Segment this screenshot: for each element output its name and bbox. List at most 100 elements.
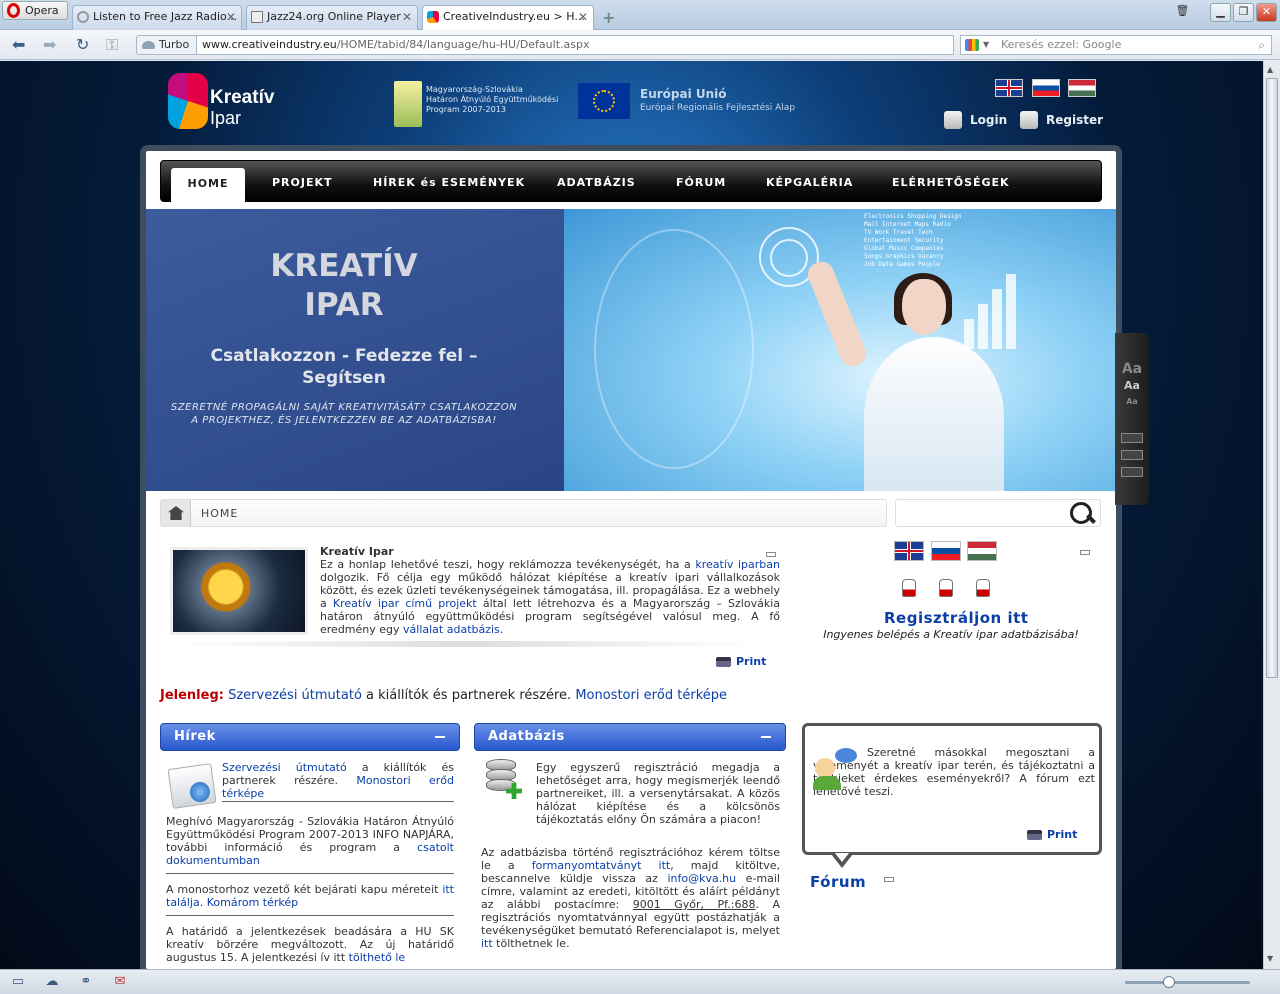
formanyomtatvany-link[interactable]: formanyomtatványt itt [532, 859, 671, 872]
collapse-icon[interactable] [435, 736, 445, 738]
current-news-line: Jelenleg: Szervezési útmutató a kiállító… [160, 688, 728, 703]
print-link[interactable]: Print [1027, 828, 1077, 842]
opera-menu-button[interactable]: Opera [2, 1, 68, 20]
forum-people-icon [813, 748, 859, 790]
layout-wide-button[interactable] [1121, 467, 1143, 477]
email-link[interactable]: info@kva.hu [667, 872, 736, 885]
minimize-module-icon[interactable] [884, 877, 894, 882]
opera-icon [7, 3, 20, 18]
referencialap-link[interactable]: itt [481, 937, 493, 950]
minimize-module-icon[interactable] [766, 552, 776, 557]
scroll-down-icon[interactable]: ▼ [1267, 954, 1273, 963]
divider [222, 801, 454, 802]
news-link[interactable]: tölthető le [349, 951, 406, 964]
minimize-window-button[interactable]: ▁ [1210, 3, 1231, 22]
close-window-button[interactable]: ✕ [1256, 3, 1277, 22]
notification-icon[interactable]: ✉ [112, 974, 128, 990]
menu-item-elerhetosegek[interactable]: ELÉRHETŐSÉGEK [892, 176, 1010, 189]
forum-title[interactable]: Fórum [810, 873, 866, 891]
tab-jazz-radio[interactable]: Listen to Free Jazz Radio... ✕ [72, 5, 242, 30]
breadcrumb-home[interactable]: HOME [201, 507, 238, 520]
key-icon[interactable]: ⚿ [106, 35, 118, 55]
main-menu: HOME PROJEKT HÍREK és ESEMÉNYEK ADATBÁZI… [160, 160, 1102, 202]
menu-item-adatbazis[interactable]: ADATBÁZIS [557, 176, 636, 189]
english-flag-icon[interactable] [995, 79, 1023, 97]
layout-medium-button[interactable] [1121, 450, 1143, 460]
login-link[interactable]: Login [944, 111, 1007, 129]
banner-screen-text: Electronics Shopping Design Mail Internet… [864, 213, 962, 268]
adatbazis-header[interactable]: Adatbázis [474, 723, 786, 751]
printer-icon [1027, 830, 1042, 840]
zoom-slider-handle[interactable] [1163, 976, 1175, 988]
news-icon [167, 763, 217, 809]
hirek-header[interactable]: Hírek [160, 723, 460, 751]
slovak-flag-icon[interactable] [1032, 79, 1060, 97]
tab-jazz24[interactable]: Jazz24.org Online Player ✕ [246, 5, 418, 30]
close-tab-icon[interactable]: ✕ [226, 6, 236, 28]
home-icon[interactable] [161, 500, 191, 526]
hungarian-flag-icon[interactable] [967, 541, 997, 561]
slovak-flag-icon[interactable] [931, 541, 961, 561]
vallalat-adatbazis-link[interactable]: vállalat adatbázis [403, 623, 500, 636]
minimize-module-icon[interactable] [1080, 550, 1090, 555]
menu-item-kepgaleria[interactable]: KÉPGALÉRIA [766, 176, 853, 189]
search-icon[interactable] [1068, 501, 1098, 525]
panel-toggle-icon[interactable]: ▭ [10, 974, 26, 990]
woman-photo [804, 258, 1004, 491]
pointer-hand-icon[interactable] [939, 579, 953, 597]
news-link[interactable]: Szervezési útmutató [222, 761, 347, 774]
menu-item-forum[interactable]: FÓRUM [676, 176, 726, 189]
hungarian-flag-icon[interactable] [1068, 79, 1096, 97]
cloud-icon[interactable]: ☁ [44, 974, 60, 990]
tab-creativeindustry[interactable]: CreativeIndustry.eu > H... ✕ [422, 5, 594, 31]
english-flag-icon[interactable] [894, 541, 924, 561]
menu-item-hirek[interactable]: HÍREK és ESEMÉNYEK [373, 176, 525, 189]
kreativ-ipar-logo[interactable]: Kreatív Ipar [168, 71, 298, 133]
scrollbar-thumb[interactable] [1266, 78, 1278, 678]
site-search-input[interactable] [895, 499, 1101, 527]
text-size-small-button[interactable]: Aa [1115, 397, 1149, 406]
forward-arrow-icon[interactable]: ➡ [43, 35, 56, 54]
menu-item-projekt[interactable]: PROJEKT [272, 176, 333, 189]
user-icon [944, 111, 962, 129]
scroll-up-icon[interactable]: ▲ [1267, 65, 1273, 74]
zoom-slider[interactable] [1125, 976, 1250, 988]
page-viewport: Kreatív Ipar Magyarország-Szlovákia Hatá… [0, 61, 1263, 969]
pointer-hand-icon[interactable] [976, 579, 990, 597]
text-size-medium-button[interactable]: Aa [1115, 379, 1149, 392]
close-tab-icon[interactable]: ✕ [402, 6, 412, 28]
news-item: Szervezési útmutató a kiállítók és partn… [222, 761, 454, 800]
back-arrow-icon[interactable]: ⬅ [12, 35, 25, 54]
hu-sk-program-logo: Magyarország-Szlovákia Határon Átnyúló E… [394, 81, 559, 127]
address-toolbar: ⬅ ➡ ↻ ⚿ Turbo www.creativeindustry.eu/HO… [0, 30, 1280, 60]
trash-icon[interactable]: 🗑 [1172, 3, 1193, 22]
monostori-terkep-link[interactable]: Monostori erőd térképe [575, 688, 727, 703]
close-tab-icon[interactable]: ✕ [578, 6, 588, 28]
address-input[interactable]: www.creativeindustry.eu/HOME/tabid/84/la… [196, 35, 954, 55]
reload-icon[interactable]: ↻ [76, 35, 89, 54]
vertical-scrollbar[interactable]: ▲ ▼ [1263, 61, 1280, 969]
pointer-hand-icon[interactable] [902, 579, 916, 597]
register-here-link[interactable]: Regisztráljon itt [884, 609, 1028, 627]
kreativ-iparban-link[interactable]: kreatív iparban [695, 558, 780, 571]
new-tab-icon[interactable]: + [602, 8, 615, 27]
turbo-button[interactable]: Turbo [136, 35, 196, 55]
news-link[interactable]: Komárom térkép [207, 896, 298, 909]
text-size-large-button[interactable]: Aa [1115, 361, 1149, 377]
register-link[interactable]: Register [1020, 111, 1103, 129]
print-link[interactable]: Print [716, 655, 766, 669]
menu-item-home[interactable]: HOME [171, 168, 245, 202]
chevron-down-icon: ▼ [983, 40, 990, 49]
collapse-icon[interactable] [761, 736, 771, 738]
printer-icon [716, 657, 731, 667]
kreativ-ipar-projekt-link[interactable]: Kreatív ipar című projekt [333, 597, 477, 610]
cloud-icon [142, 41, 155, 49]
adatbazis-instructions: Az adatbázisba történő regisztrációhoz k… [481, 846, 780, 950]
breadcrumb: HOME [160, 499, 887, 527]
unite-icon[interactable]: ⚭ [78, 974, 94, 990]
restore-window-button[interactable]: ❐ [1233, 3, 1254, 22]
layout-narrow-button[interactable] [1121, 433, 1143, 443]
szervezesi-utmutato-link[interactable]: Szervezési útmutató [228, 688, 362, 703]
search-engine-input[interactable]: ▼ Keresés ezzel: Google ⌕ [960, 35, 1272, 55]
hero-banner: Electronics Shopping Design Mail Internet… [146, 209, 1116, 491]
